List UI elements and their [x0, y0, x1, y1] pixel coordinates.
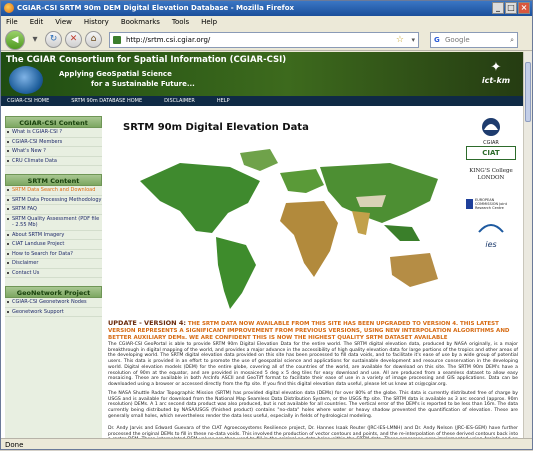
status-bar: Done — [1, 438, 532, 450]
status-text: Done — [5, 441, 24, 449]
map-south-america — [216, 237, 256, 309]
sidebar-item[interactable]: CGIAR-CSI Members — [5, 138, 102, 147]
sidebar-section-heading: CGIAR-CSI Content — [5, 116, 102, 128]
eu-flag-icon — [466, 199, 473, 209]
sidebar-item[interactable]: How to Search for Data? — [5, 250, 102, 259]
world-elevation-map — [140, 149, 438, 309]
processing-paragraph: Dr. Andy Jarvis and Edward Guevara of th… — [108, 426, 518, 438]
menu-help[interactable]: Help — [201, 16, 217, 29]
vertical-scrollbar[interactable] — [523, 52, 532, 438]
sidebar-item[interactable]: CGIAR-CSI Geonetwork Nodes — [5, 298, 102, 308]
site-title: The CGIAR Consortium for Spatial Informa… — [6, 55, 287, 65]
map-europe — [280, 169, 324, 193]
top-navigation: CGIAR-CSI HOME SRTM 90m DATABASE HOME DI… — [1, 96, 523, 106]
search-box[interactable]: G Google ⌕ — [430, 31, 518, 48]
nav-csi-home[interactable]: CGIAR-CSI HOME — [7, 96, 49, 106]
browser-window: CGIAR-CSI SRTM 90m DEM Digital Elevation… — [0, 0, 533, 450]
kings-college-logo: KING'S College LONDON — [469, 168, 513, 181]
sidebar-item[interactable]: Disclaimer — [5, 259, 102, 269]
ict-km-logo-icon: ✦ — [490, 60, 502, 75]
bookmark-star-icon[interactable]: ☆ — [396, 33, 404, 47]
search-placeholder: Google — [445, 35, 470, 44]
partner-logos: CGIAR CIAT KING'S College LONDON EUROPEA… — [466, 116, 516, 316]
address-bar[interactable]: http://srtm.csi.cgiar.org/ ☆ ▾ — [109, 31, 419, 48]
maximize-button[interactable]: □ — [505, 2, 517, 14]
scrollbar-thumb[interactable] — [525, 62, 531, 122]
menu-history[interactable]: History — [84, 16, 109, 29]
url-dropdown-icon[interactable]: ▾ — [411, 33, 415, 47]
main-content: SRTM 90m Digital Elevation Data UPDATE -… — [108, 116, 518, 438]
sidebar-item[interactable]: SRTM FAQ — [5, 205, 102, 215]
ict-km-logo: ✦ ict-km — [475, 60, 517, 94]
home-button[interactable]: ⌂ — [85, 31, 102, 48]
nav-help[interactable]: HELP — [217, 96, 230, 106]
menu-bookmarks[interactable]: Bookmarks — [121, 16, 160, 29]
menu-view[interactable]: View — [55, 16, 72, 29]
minimize-button[interactable]: _ — [492, 2, 504, 14]
nasa-paragraph: The NASA Shuttle Radar Topographic Missi… — [108, 391, 518, 419]
map-asia — [320, 163, 438, 223]
sidebar-item[interactable]: CRU Climate Data — [5, 157, 102, 166]
menu-bar: File Edit View History Bookmarks Tools H… — [1, 16, 532, 29]
globe-image — [9, 66, 43, 94]
sidebar-item[interactable]: CIAT Landuse Project — [5, 240, 102, 250]
map-tibet — [356, 195, 386, 207]
sidebar-item[interactable]: About SRTM Imagery — [5, 231, 102, 240]
page-title: SRTM 90m Digital Elevation Data — [123, 122, 309, 133]
sidebar-item[interactable]: What's New ? — [5, 147, 102, 157]
sidebar-section-heading: SRTM Content — [5, 174, 102, 186]
nav-disclaimer[interactable]: DISCLAIMER — [164, 96, 195, 106]
back-button[interactable]: ◀ — [5, 29, 25, 50]
map-north-america — [140, 163, 260, 233]
google-icon: G — [434, 35, 440, 44]
menu-tools[interactable]: Tools — [172, 16, 189, 29]
nav-srtm-home[interactable]: SRTM 90m DATABASE HOME — [71, 96, 142, 106]
menu-edit[interactable]: Edit — [30, 16, 44, 29]
site-header: The CGIAR Consortium for Spatial Informa… — [1, 52, 523, 96]
cgiar-logo-icon — [482, 118, 500, 136]
stop-button[interactable]: ✕ — [65, 31, 82, 48]
sidebar-item[interactable]: SRTM Data Search and Download — [5, 186, 102, 196]
map-africa — [280, 201, 338, 277]
sidebar-item[interactable]: SRTM Data Processing Methodology — [5, 196, 102, 205]
sidebar-item[interactable]: What is CGIAR-CSI ? — [5, 128, 102, 138]
site-slogan: Applying GeoSpatial Science — [59, 70, 172, 78]
ciat-logo: CIAT — [466, 146, 516, 160]
ies-logo-icon — [478, 224, 504, 233]
navigation-toolbar: ◀ ▾ ↻ ✕ ⌂ http://srtm.csi.cgiar.org/ ☆ ▾… — [1, 29, 532, 51]
cgiar-logo: CGIAR — [466, 116, 516, 146]
sidebar-item[interactable]: Contact Us — [5, 269, 102, 278]
site-slogan-2: for a Sustainable Future... — [91, 80, 195, 88]
reload-button[interactable]: ↻ — [45, 31, 62, 48]
ies-logo: ies — [466, 220, 516, 249]
search-icon[interactable]: ⌕ — [510, 33, 514, 47]
site-favicon — [113, 35, 121, 44]
sidebar-item[interactable]: SRTM Quality Assessment (PDF file - 2.55… — [5, 215, 102, 231]
map-australia — [390, 253, 438, 287]
window-title: CGIAR-CSI SRTM 90m DEM Digital Elevation… — [17, 4, 295, 12]
close-button[interactable]: × — [518, 2, 530, 14]
sidebar: CGIAR-CSI Content What is CGIAR-CSI ? CGIA… — [5, 116, 102, 438]
map-india — [352, 211, 370, 235]
address-url: http://srtm.csi.cgiar.org/ — [126, 35, 211, 44]
history-dropdown-icon[interactable]: ▾ — [28, 32, 42, 48]
menu-file[interactable]: File — [6, 16, 18, 29]
sidebar-section-heading: GeoNetwork Project — [5, 286, 102, 298]
update-label: UPDATE - VERSION 4: — [108, 319, 186, 327]
map-southeast-asia — [384, 225, 420, 241]
update-notice: UPDATE - VERSION 4: THE SRTM DATA NOW AV… — [108, 320, 518, 342]
map-greenland — [240, 149, 278, 171]
window-titlebar: CGIAR-CSI SRTM 90m DEM Digital Elevation… — [1, 1, 532, 16]
firefox-icon — [4, 3, 14, 13]
page-viewport: The CGIAR Consortium for Spatial Informa… — [1, 52, 523, 438]
european-commission-logo: EUROPEAN COMMISSION Joint Research Centr… — [466, 198, 516, 210]
intro-paragraph: The CGIAR-CSI GeoPortal is able to provi… — [108, 342, 518, 387]
sidebar-item[interactable]: Geonetwork Support — [5, 308, 102, 317]
